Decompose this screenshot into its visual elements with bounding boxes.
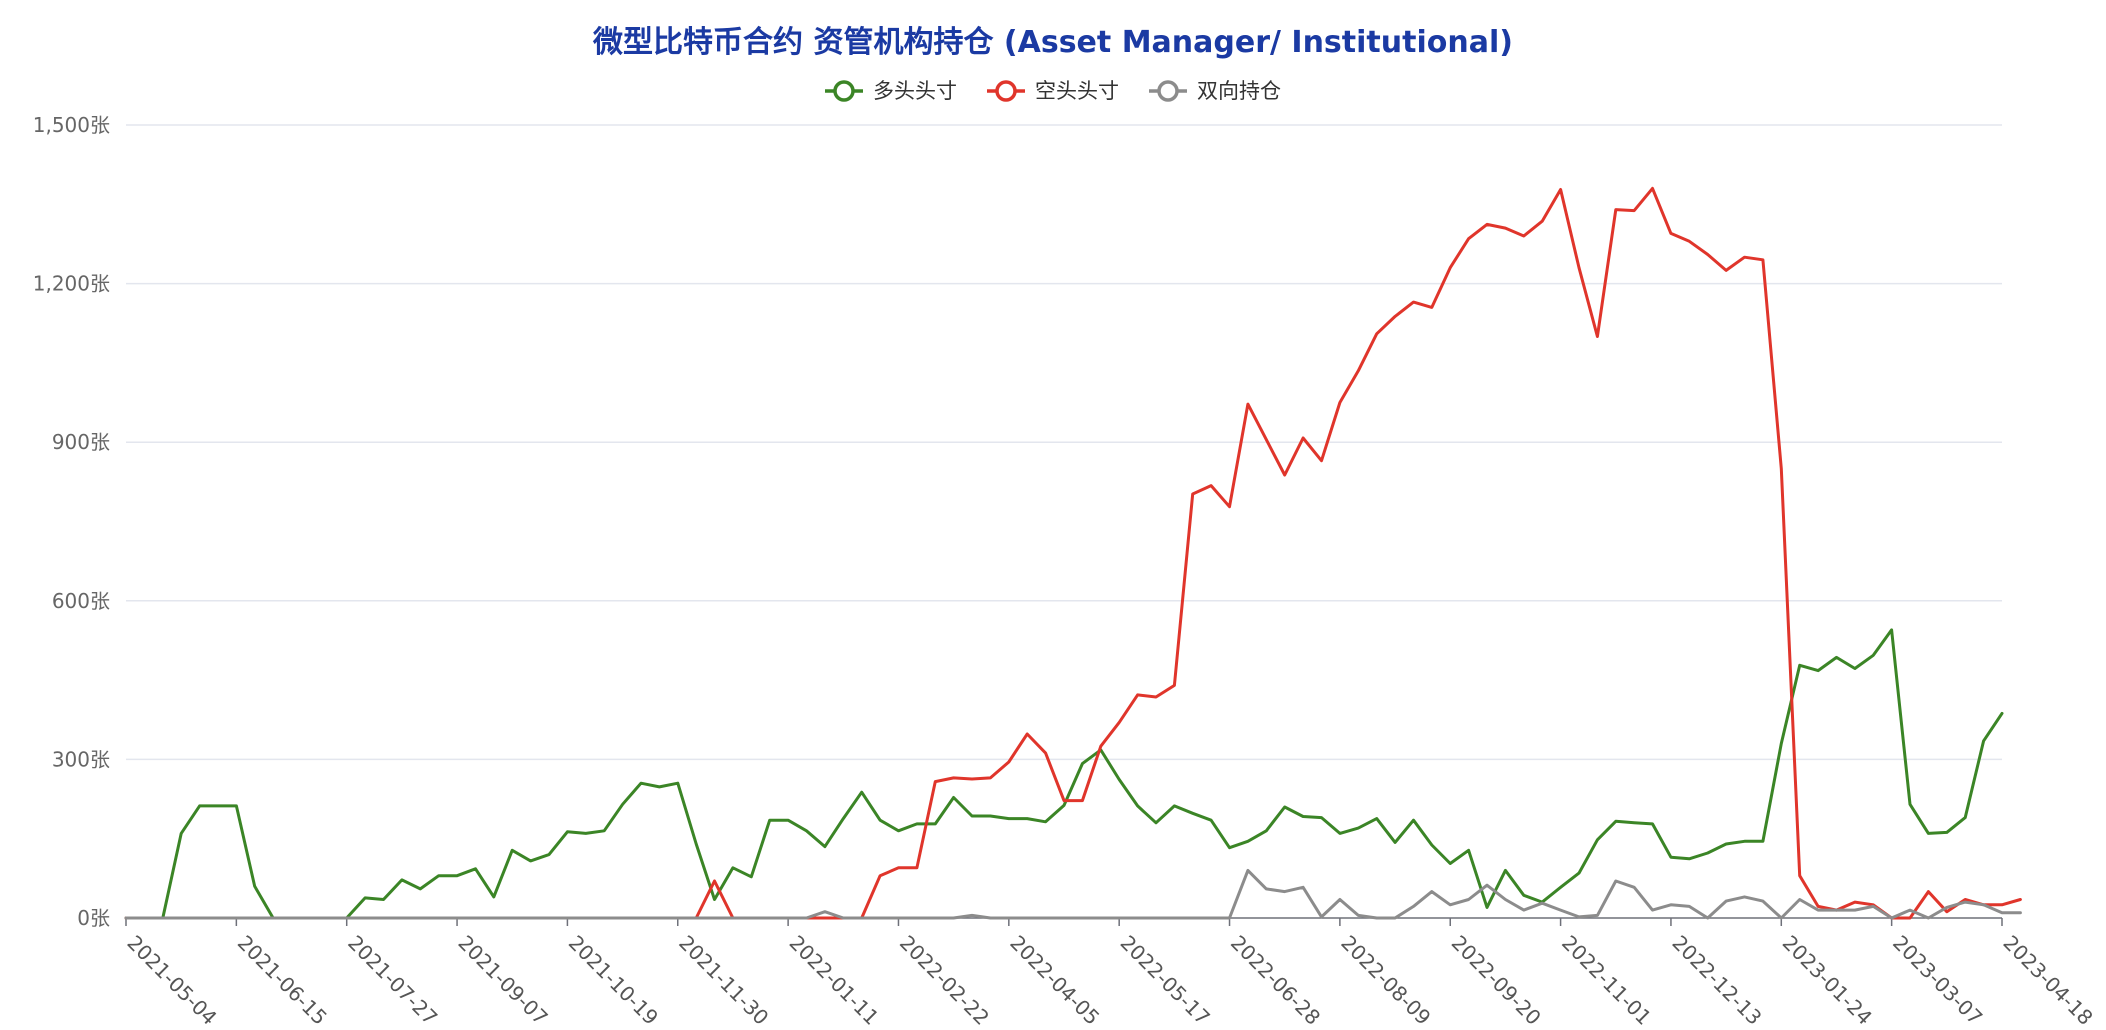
y-tick-label: 600张 xyxy=(52,589,110,613)
x-tick-label: 2023-01-24 xyxy=(1778,931,1877,1030)
legend-circle-icon xyxy=(995,80,1017,102)
x-tick-label: 2022-04-05 xyxy=(1005,931,1104,1030)
y-tick-label: 300张 xyxy=(52,747,110,771)
series-line-2 xyxy=(124,868,2022,920)
gridlines xyxy=(126,124,2002,761)
y-tick-label: 0张 xyxy=(77,906,110,930)
legend-circle-icon xyxy=(1157,80,1179,102)
x-tick-label: 2022-08-09 xyxy=(1336,931,1435,1030)
x-tick-label: 2022-11-01 xyxy=(1557,931,1656,1030)
legend-item-0[interactable]: 多头头寸 xyxy=(825,79,957,103)
legend-label: 多头头寸 xyxy=(873,79,957,103)
x-tick-label: 2023-04-18 xyxy=(1998,931,2097,1030)
x-tick-label: 2021-07-27 xyxy=(343,931,442,1030)
x-tick-label: 2022-06-28 xyxy=(1226,931,1325,1030)
y-tick-label: 1,200张 xyxy=(33,272,110,296)
x-axis: 2021-05-04 2021-06-15 2021-07-27 2021-09-07… xyxy=(122,917,2098,1030)
x-tick-label: 2023-03-07 xyxy=(1888,931,1987,1030)
legend-item-2[interactable]: 双向持仓 xyxy=(1149,79,1281,103)
x-tick-label: 2021-11-30 xyxy=(674,931,773,1030)
x-tick-label: 2022-09-20 xyxy=(1447,931,1546,1030)
y-tick-label: 900张 xyxy=(52,430,110,454)
x-tick-label: 2022-02-22 xyxy=(895,931,994,1030)
series-line-0 xyxy=(124,628,2004,920)
x-tick-label: 2022-05-17 xyxy=(1116,931,1215,1030)
x-tick-label: 2022-01-11 xyxy=(785,931,884,1030)
x-tick-label: 2021-09-07 xyxy=(454,931,553,1030)
legend: 多头头寸 空头头寸 双向持仓 xyxy=(825,79,1281,103)
legend-label: 空头头寸 xyxy=(1035,79,1119,103)
x-tick-label: 2022-12-13 xyxy=(1667,931,1766,1030)
legend-label: 双向持仓 xyxy=(1197,79,1281,103)
line-chart: 微型比特币合约 资管机构持仓 (Asset Manager/ Instituti… xyxy=(33,25,2098,1030)
legend-circle-icon xyxy=(833,80,855,102)
series-line-1 xyxy=(124,186,2022,920)
legend-item-1[interactable]: 空头头寸 xyxy=(987,79,1119,103)
x-tick-label: 2021-05-04 xyxy=(122,931,221,1030)
y-tick-label: 1,500张 xyxy=(33,113,110,137)
x-tick-label: 2021-06-15 xyxy=(233,931,332,1030)
y-axis: 0张 300张 600张 900张 1,200张 1,500张 xyxy=(33,113,110,930)
x-tick-label: 2021-10-19 xyxy=(564,931,663,1030)
series-layer xyxy=(124,186,2022,920)
chart-title: 微型比特币合约 资管机构持仓 (Asset Manager/ Instituti… xyxy=(592,25,1513,60)
